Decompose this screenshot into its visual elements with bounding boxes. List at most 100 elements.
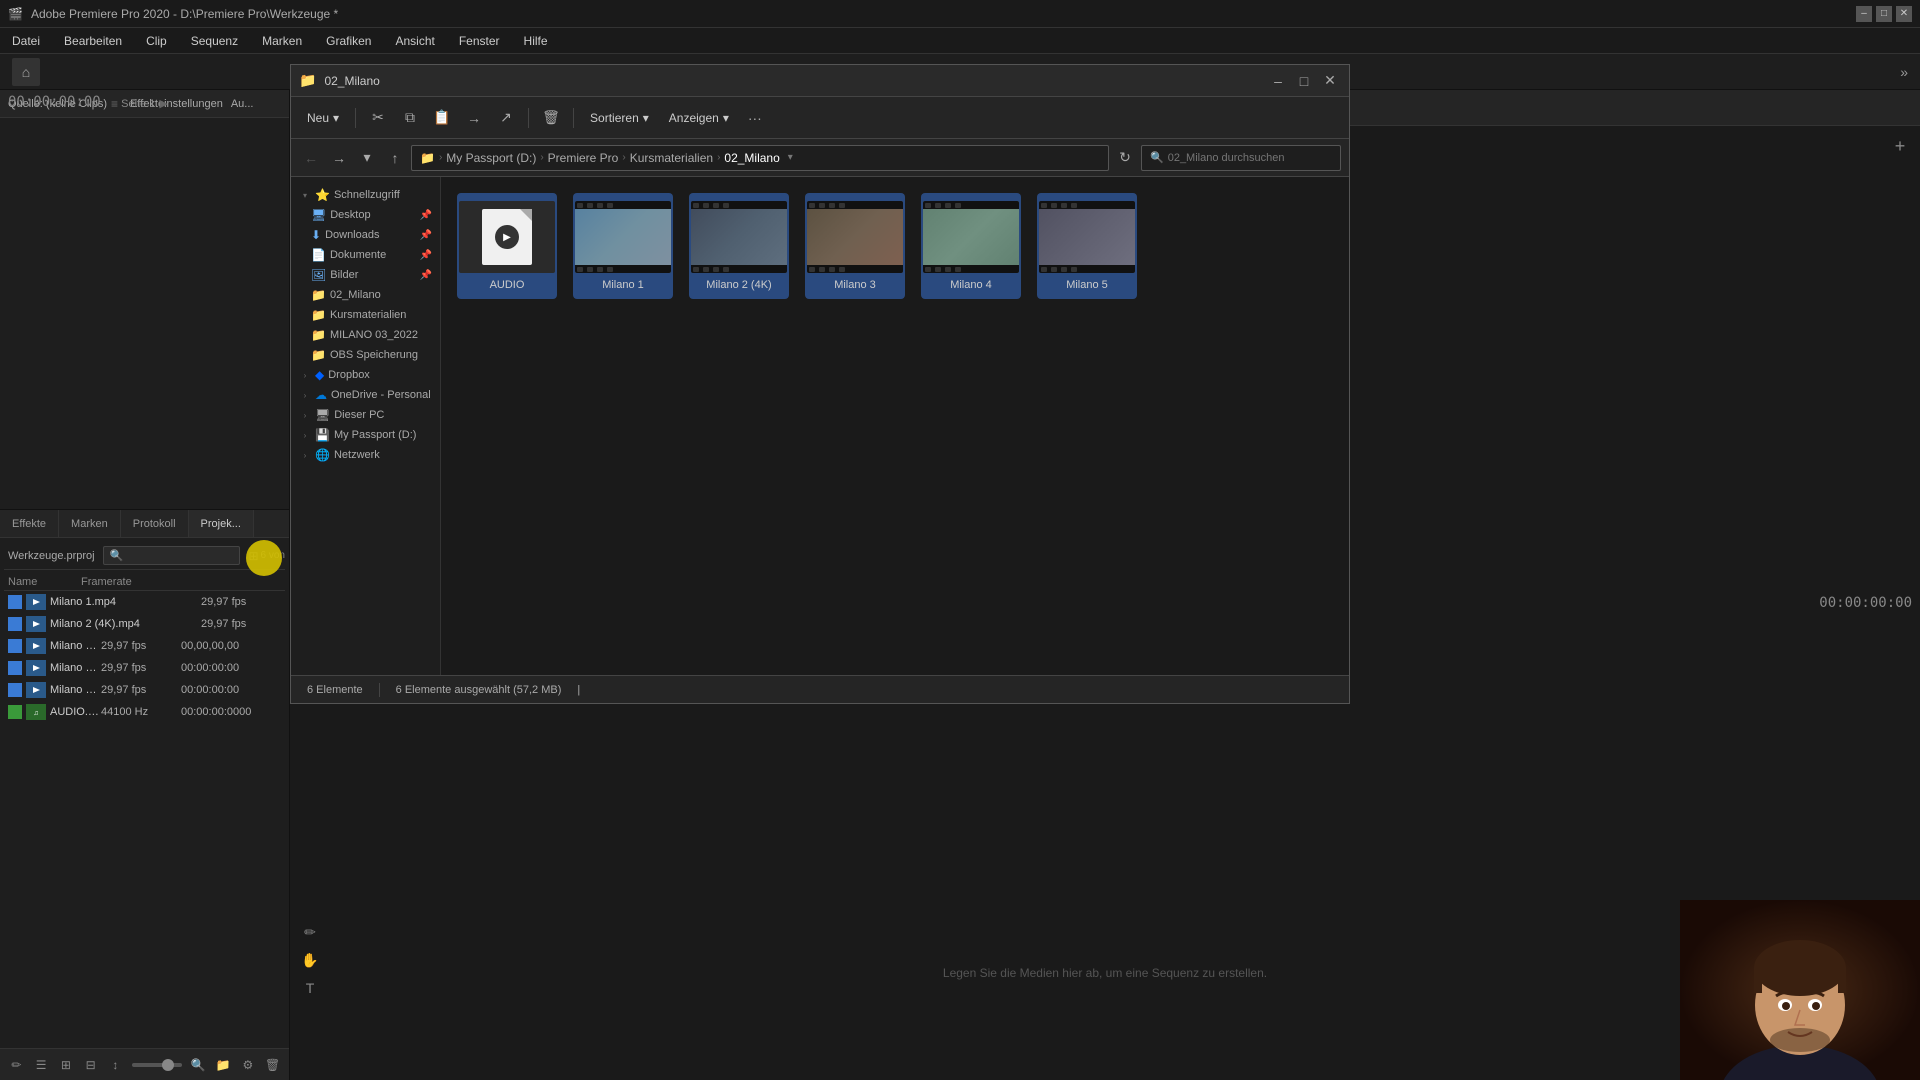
fe-delete-button[interactable]: 🗑 (537, 104, 565, 132)
search-box[interactable]: 🔍 (103, 546, 241, 565)
row-checkbox-6[interactable] (8, 705, 22, 719)
tab-projekt[interactable]: Projek... (189, 510, 254, 537)
tab-protokoll[interactable]: Protokoll (121, 510, 189, 537)
menu-marken[interactable]: Marken (258, 32, 306, 50)
sidebar-item-kursmaterialien[interactable]: 📁 Kursmaterialien (291, 305, 440, 325)
sidebar-item-02-milano[interactable]: 📁 02_Milano (291, 285, 440, 305)
film-strip-top (923, 201, 1019, 209)
fe-close-button[interactable]: ✕ (1319, 70, 1341, 92)
fe-search-box[interactable]: 🔍 (1141, 145, 1341, 171)
row-checkbox-1[interactable] (8, 595, 22, 609)
menu-clip[interactable]: Clip (142, 32, 171, 50)
sidebar-item-desktop[interactable]: 🖥 Desktop 📌 (291, 205, 440, 225)
menu-ansicht[interactable]: Ansicht (391, 32, 438, 50)
sidebar-item-schnellzugriff[interactable]: ▾ ⭐ Schnellzugriff (291, 185, 440, 205)
fe-sort-button[interactable]: Sortieren ▾ (582, 107, 657, 129)
file-item-milano2[interactable]: Milano 2 (4K) (689, 193, 789, 299)
page-next-icon[interactable]: ▶ (159, 97, 167, 110)
sidebar-item-netzwerk[interactable]: › 🌐 Netzwerk (291, 445, 440, 465)
fe-search-input[interactable] (1168, 152, 1332, 164)
dropbox-expand-icon: › (299, 369, 311, 381)
fe-move-button[interactable]: → (460, 104, 488, 132)
settings-button[interactable]: ⚙ (240, 1055, 257, 1075)
fe-share-button[interactable]: ↗ (492, 104, 520, 132)
grid-view-button[interactable]: ⊞ (58, 1055, 75, 1075)
menu-fenster[interactable]: Fenster (455, 32, 504, 50)
fe-back-button[interactable]: ← (299, 146, 323, 170)
row-checkbox-2[interactable] (8, 617, 22, 631)
folder-button[interactable]: 📁 (215, 1055, 232, 1075)
fe-maximize-button[interactable]: □ (1293, 70, 1315, 92)
workspace-more-icon[interactable]: » (1900, 64, 1908, 80)
sort-button[interactable]: ↕ (107, 1055, 124, 1075)
new-item-button[interactable]: ✏ (8, 1055, 25, 1075)
sidebar-item-dieser-pc[interactable]: › 🖥 Dieser PC (291, 405, 440, 425)
fe-addr-premiere-pro[interactable]: Premiere Pro (548, 151, 619, 165)
timeline-timecode-right: 00:00:00:00 (1819, 595, 1912, 611)
fe-up-dropdown-button[interactable]: ▾ (355, 146, 379, 170)
file-item-milano4[interactable]: Milano 4 (921, 193, 1021, 299)
close-button[interactable]: ✕ (1896, 6, 1912, 22)
file-item-milano1[interactable]: Milano 1 (573, 193, 673, 299)
fe-addr-my-passport[interactable]: My Passport (D:) (446, 151, 536, 165)
fe-view-button[interactable]: Anzeigen ▾ (661, 107, 737, 129)
fe-addr-02-milano[interactable]: 02_Milano (724, 151, 779, 165)
fe-addr-kursmaterialien[interactable]: Kursmaterialien (630, 151, 713, 165)
menu-sequenz[interactable]: Sequenz (187, 32, 242, 50)
add-track-button[interactable]: + (1888, 134, 1912, 158)
zoom-slider[interactable] (132, 1063, 182, 1067)
search-project-button[interactable]: 🔍 (190, 1055, 207, 1075)
fe-paste-button[interactable]: 📋 (428, 104, 456, 132)
sidebar-item-dokumente[interactable]: 📄 Dokumente 📌 (291, 245, 440, 265)
table-row[interactable]: Milano 1.mp4 29,97 fps (4, 591, 285, 613)
fe-new-button[interactable]: Neu ▾ (299, 107, 347, 129)
fe-refresh-button[interactable]: ↻ (1113, 146, 1137, 170)
hand-tool-button[interactable]: ✋ (298, 948, 322, 972)
pen-tool-button[interactable]: ✏ (298, 920, 322, 944)
row-checkbox-4[interactable] (8, 661, 22, 675)
home-button[interactable]: ⌂ (12, 58, 40, 86)
row-checkbox-5[interactable] (8, 683, 22, 697)
sidebar-item-downloads[interactable]: ⬇ Downloads 📌 (291, 225, 440, 245)
menu-datei[interactable]: Datei (8, 32, 44, 50)
tab-marken[interactable]: Marken (59, 510, 121, 537)
sidebar-item-onedrive[interactable]: › ☁ OneDrive - Personal (291, 385, 440, 405)
fe-cut-button[interactable]: ✂ (364, 104, 392, 132)
icon-view-button[interactable]: ⊟ (82, 1055, 99, 1075)
fe-address-path[interactable]: 📁 › My Passport (D:) › Premiere Pro › Ku… (411, 145, 1109, 171)
sidebar-item-bilder[interactable]: 🖼 Bilder 📌 (291, 265, 440, 285)
zoom-handle[interactable] (162, 1059, 174, 1071)
list-view-button[interactable]: ☰ (33, 1055, 50, 1075)
text-tool-button[interactable]: T (298, 976, 322, 1000)
source-panel-menu-icon[interactable]: ≡ (111, 97, 118, 111)
table-row[interactable]: Milano 2 (4K).mp4 29,97 fps (4, 613, 285, 635)
menu-grafiken[interactable]: Grafiken (322, 32, 375, 50)
maximize-button[interactable]: □ (1876, 6, 1892, 22)
fe-forward-button[interactable]: → (327, 146, 351, 170)
fe-more-button[interactable]: ··· (741, 104, 769, 132)
sidebar-item-obs[interactable]: 📁 OBS Speicherung (291, 345, 440, 365)
search-input[interactable] (127, 550, 233, 562)
sidebar-item-milano-03[interactable]: 📁 MILANO 03_2022 (291, 325, 440, 345)
table-row[interactable]: ♫ AUDIO.mp3 44100 Hz 00:00:00:0000 (4, 701, 285, 723)
table-row[interactable]: Milano 4.mp4 29,97 fps 00:00:00:00 (4, 657, 285, 679)
fe-addr-dropdown-icon[interactable]: ▾ (788, 152, 793, 163)
table-row[interactable]: Milano 5.mp4 29,97 fps 00:00:00:00 (4, 679, 285, 701)
fe-copy-button[interactable]: ⧉ (396, 104, 424, 132)
sidebar-item-dropbox[interactable]: › ◆ Dropbox (291, 365, 440, 385)
desktop-pin-icon: 📌 (420, 210, 432, 221)
fe-up-button[interactable]: ↑ (383, 146, 407, 170)
tab-effekte[interactable]: Effekte (0, 510, 59, 537)
table-row[interactable]: Milano 3.mp4 29,97 fps 00,00,00,00 (4, 635, 285, 657)
row-checkbox-3[interactable] (8, 639, 22, 653)
file-item-milano3[interactable]: Milano 3 (805, 193, 905, 299)
fe-minimize-button[interactable]: – (1267, 70, 1289, 92)
menu-hilfe[interactable]: Hilfe (520, 32, 552, 50)
minimize-button[interactable]: – (1856, 6, 1872, 22)
delete-button[interactable]: 🗑 (264, 1055, 281, 1075)
file-item-audio[interactable]: ▶ AUDIO (457, 193, 557, 299)
file-item-milano5[interactable]: Milano 5 (1037, 193, 1137, 299)
tab-audio[interactable]: Au... (231, 98, 254, 110)
sidebar-item-my-passport[interactable]: › 💾 My Passport (D:) (291, 425, 440, 445)
menu-bearbeiten[interactable]: Bearbeiten (60, 32, 126, 50)
